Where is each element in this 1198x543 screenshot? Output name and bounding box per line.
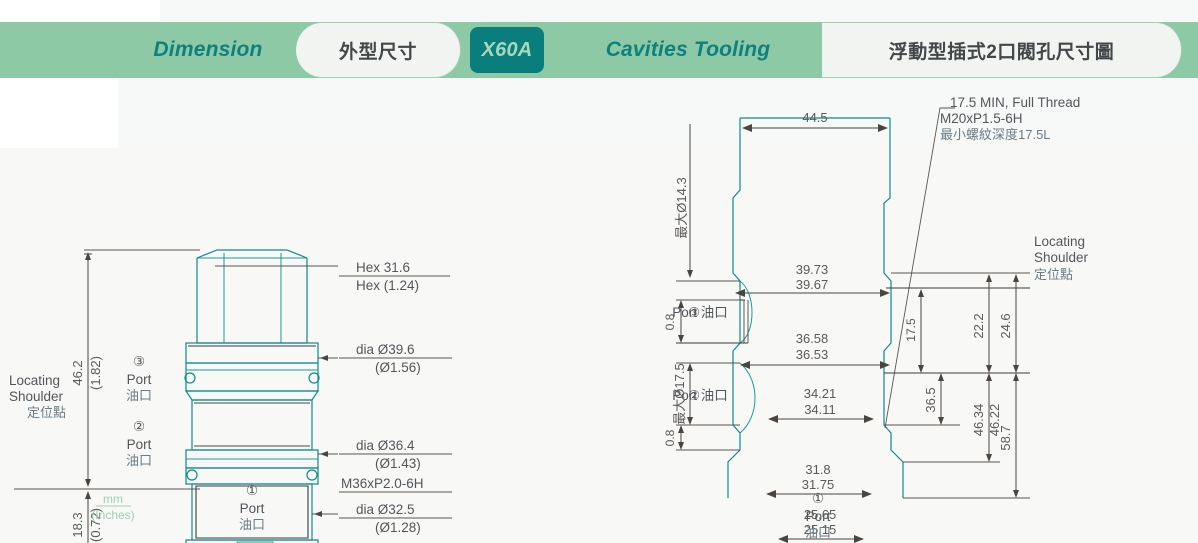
thread-note-line2: M20xP1.5-6H [940,111,1023,126]
dim-max-d14-3-label: 最大Ø14.3 [674,177,689,238]
right-port-1-number: ① [812,491,824,506]
dim-34-21: 34.21 34.11 [768,386,874,423]
callout-dia364-line2: (Ø1.43) [375,456,421,471]
dim-24-6-label: 24.6 [998,313,1013,338]
dim-36-58-upper: 36.58 [796,331,829,346]
dim-0-8-lower-label: 0.8 [663,429,677,446]
cavity-profile [727,117,904,498]
dim-36-5-label: 36.5 [923,387,938,412]
dim-max-d14-3: 最大Ø14.3 [674,124,693,278]
callout-dia396-line1: dia Ø39.6 [356,342,415,357]
dim-17-5-right-label: 17.5 [904,318,918,342]
callout-dia325-line1: dia Ø32.5 [356,502,415,517]
tab-model-code[interactable]: X60A [470,27,544,73]
dim-39-73: 39.73 39.67 [735,262,890,297]
tab-dimension-en-label: Dimension [153,38,263,61]
left-port-1-en: Port [240,501,265,516]
dim-46-34-label: 46.34 [971,404,986,437]
left-port-2-number: ② [133,419,145,434]
dim-39-73-upper: 39.73 [796,262,829,277]
left-locating-cn: 定位點 [27,405,66,420]
callout-hex-line2: Hex (1.24) [356,278,419,293]
right-port-1-cn: 油口 [805,525,831,540]
dim-58-7-label: 58.7 [998,425,1013,450]
left-port-1-cn: 油口 [239,517,265,532]
dim-34-21-lower: 34.11 [804,402,836,417]
technical-drawing-area: 46.2 (1.82) 18.3 (0.72) Locating Shoulde… [0,78,1198,543]
left-port-3-number: ③ [133,354,145,369]
mid-body-outline [191,399,313,451]
left-locating-en2: Shoulder [9,389,64,404]
callout-dia325-line2: (Ø1.28) [375,520,421,535]
left-port-2-label: ② Port 油口 [126,419,152,468]
tab-cavities-en[interactable]: Cavities Tooling [552,22,824,78]
left-dim-46-2: 46.2 [70,360,85,385]
callout-dia364-line1: dia Ø36.4 [356,438,415,453]
right-locating-en2: Shoulder [1034,250,1089,265]
left-port-2-en: Port [127,437,152,452]
callout-hex-line1: Hex 31.6 [356,260,410,275]
dim-36-58: 36.58 36.53 [740,331,890,369]
left-port-3-en: Port [127,372,152,387]
dim-22-2: 22.2 [971,274,992,373]
thread-note-line3: 最小螺紋深度17.5L [940,127,1051,142]
tab-dimension-en[interactable]: Dimension [118,22,298,78]
callout-dia396-line2: (Ø1.56) [375,360,421,375]
tab-cavities-cn[interactable]: 浮動型插式2口閥孔尺寸圖 [822,22,1182,78]
dim-58-7: 58.7 [998,373,1019,498]
left-port-1-number: ① [246,483,258,498]
right-port-1-label: ① Port 油口 [805,491,831,540]
left-port-2-cn: 油口 [126,453,152,468]
dim-36-58-lower: 36.53 [796,347,829,362]
unit-legend-mm: mm [103,492,123,506]
hex-head-outline [196,249,308,344]
tab-dimension-cn-label: 外型尺寸 [338,41,417,63]
dim-44-5-label: 44.5 [802,110,827,125]
tab-cavities-en-label: Cavities Tooling [605,38,771,61]
left-port-3-label: ③ Port 油口 [126,354,152,403]
dim-36-5: 36.5 [923,373,944,425]
right-locating-cn: 定位點 [1034,267,1073,282]
tab-model-code-label: X60A [481,38,533,61]
left-cartridge-drawing: 46.2 (1.82) 18.3 (0.72) Locating Shoulde… [9,249,452,543]
callout-thread: M36xP2.0-6H [341,476,424,491]
dim-39-73-lower: 39.67 [796,277,829,292]
right-port-2-number: ② [688,388,700,403]
left-port-1-label: ① Port 油口 [239,483,265,532]
right-port-1-en: Port [806,509,831,524]
dim-31-8-lower: 31.75 [802,477,835,492]
left-locating-shoulder-label: Locating Shoulder 定位點 [9,373,66,420]
top-white-strip [0,0,160,22]
dim-34-21-upper: 34.21 [804,386,837,401]
right-locating-en1: Locating [1034,234,1085,249]
left-locating-en1: Locating [9,373,60,388]
left-dim-46-2-inch: (1.82) [88,356,103,390]
left-dim-18-3: 18.3 [70,512,85,537]
thread-note-line1: 17.5 MIN, Full Thread [950,95,1080,110]
shoulder-flange-outline [185,449,319,485]
tab-cavities-cn-label: 浮動型插式2口閥孔尺寸圖 [888,41,1115,63]
dim-22-2-label: 22.2 [971,313,986,338]
right-port-3-number: ③ [688,305,700,320]
unit-legend-inches: (Inches) [91,508,134,522]
left-port-3-cn: 油口 [126,388,152,403]
tab-dimension-cn[interactable]: 外型尺寸 [296,22,461,78]
dim-44-5: 44.5 [742,110,888,132]
dim-31-8-upper: 31.8 [805,462,830,477]
upper-flange-outline [184,342,320,401]
unit-legend: mm (Inches) [91,492,134,522]
dim-0-8-lower: 0.8 [663,425,684,450]
right-locating-shoulder-label: Locating Shoulder 定位點 [1034,234,1089,282]
right-cavity-drawing: 44.5 39.73 39.67 36.58 36.53 34.21 34.11 [663,95,1089,543]
dim-24-6: 24.6 [998,274,1019,373]
